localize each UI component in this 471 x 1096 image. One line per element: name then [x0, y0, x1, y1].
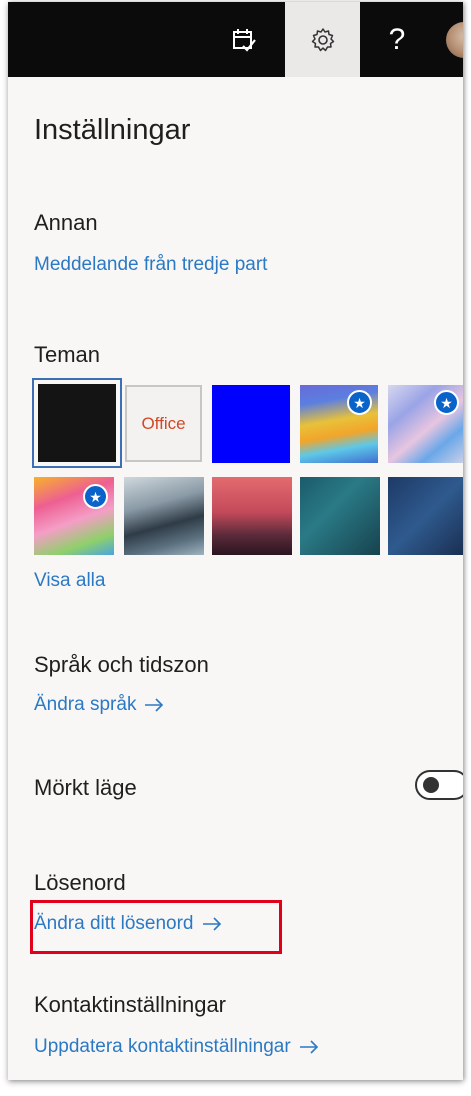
change-language-label: Ändra språk: [34, 694, 137, 715]
help-icon: ?: [388, 22, 406, 56]
theme-office-label: Office: [141, 413, 186, 433]
toggle-knob: [423, 777, 439, 793]
theme-black[interactable]: [32, 378, 122, 468]
theme-ribbons[interactable]: ★: [388, 385, 463, 463]
calendar-check-button[interactable]: [212, 2, 276, 77]
section-heading-contact: Kontaktinställningar: [34, 992, 227, 1017]
theme-coast[interactable]: [124, 477, 204, 555]
change-language-link[interactable]: Ändra språk: [34, 694, 164, 716]
theme-blue[interactable]: [212, 385, 290, 463]
help-button[interactable]: ?: [364, 2, 430, 77]
view-all-themes-label: Visa alla: [34, 570, 106, 591]
section-heading-password: Lösenord: [34, 870, 126, 895]
theme-blueprint[interactable]: [388, 477, 463, 555]
premium-star-icon: ★: [434, 390, 459, 415]
top-bar: ?: [8, 2, 463, 77]
page-title: Inställningar: [34, 114, 191, 146]
update-contact-settings-link[interactable]: Uppdatera kontaktinställningar: [34, 1036, 319, 1058]
theme-palms[interactable]: [212, 477, 292, 555]
theme-unicorn[interactable]: ★: [34, 477, 114, 555]
view-all-themes-link[interactable]: Visa alla: [34, 570, 105, 592]
update-contact-settings-label: Uppdatera kontaktinställningar: [34, 1036, 291, 1057]
arrow-right-icon: [299, 1040, 318, 1054]
third-party-notice-link[interactable]: Meddelande från tredje part: [34, 254, 267, 276]
premium-star-icon: ★: [347, 390, 372, 415]
third-party-notice-label: Meddelande från tredje part: [34, 254, 268, 275]
section-heading-annan: Annan: [34, 210, 98, 235]
theme-office[interactable]: Office: [125, 385, 202, 462]
calendar-check-icon: [233, 28, 256, 52]
arrow-right-icon: [145, 698, 164, 712]
section-heading-dark-mode: Mörkt läge: [34, 775, 137, 800]
avatar[interactable]: [446, 22, 463, 58]
section-heading-themes: Teman: [34, 342, 101, 367]
theme-gradient-waves[interactable]: ★: [300, 385, 378, 463]
settings-button[interactable]: [285, 2, 360, 77]
settings-window: ? Inställningar Annan Meddelande från tr…: [8, 2, 463, 1080]
theme-circuit[interactable]: [300, 477, 380, 555]
dark-mode-toggle[interactable]: [415, 770, 463, 800]
section-heading-language: Språk och tidszon: [34, 652, 209, 677]
gear-icon: [311, 27, 334, 51]
highlight-box: [30, 900, 282, 954]
premium-star-icon: ★: [83, 484, 108, 509]
